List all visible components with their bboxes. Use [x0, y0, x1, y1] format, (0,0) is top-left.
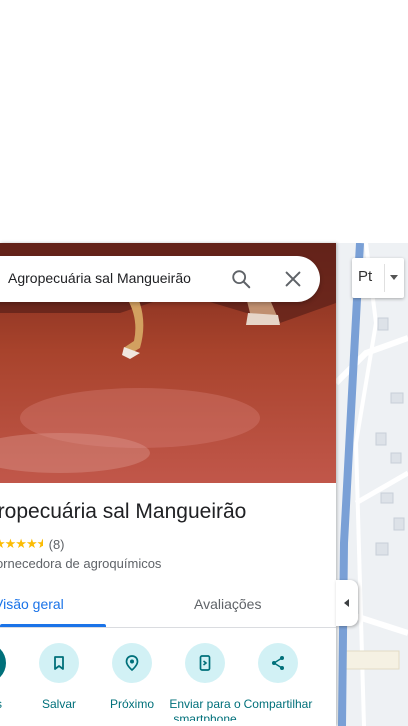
search-box[interactable]: Agropecuária sal Mangueirão	[0, 256, 320, 302]
tab-overview[interactable]: Visão geral	[0, 596, 64, 612]
action-share[interactable]: Compartilhar	[240, 643, 316, 721]
tab-bar: Visão geral Avaliações	[0, 585, 336, 628]
action-save[interactable]: Salvar	[21, 643, 97, 712]
tab-reviews[interactable]: Avaliações	[194, 596, 261, 612]
map-view[interactable]	[336, 243, 408, 726]
close-icon[interactable]	[282, 268, 304, 290]
tab-active-indicator	[0, 624, 106, 627]
bookmark-icon	[54, 656, 64, 670]
send-to-phone-icon	[199, 655, 211, 671]
share-button[interactable]	[258, 643, 298, 683]
rating-stars: ★★★★★	[0, 536, 43, 551]
action-send-to-phone[interactable]: Enviar para o smartphone	[167, 643, 243, 721]
search-input[interactable]: Agropecuária sal Mangueirão	[8, 270, 191, 286]
collapse-panel-button[interactable]	[336, 580, 358, 626]
action-label-save: Salvar	[41, 697, 76, 711]
save-button[interactable]	[39, 643, 79, 683]
action-label-send: Enviar para o smartphone	[169, 697, 241, 721]
rotas-button[interactable]	[0, 643, 6, 683]
review-count[interactable]: (8)	[49, 537, 65, 552]
nearby-icon	[125, 655, 139, 672]
send-to-phone-button[interactable]	[185, 643, 225, 683]
layer-divider	[384, 264, 385, 292]
nearby-button[interactable]	[112, 643, 152, 683]
action-label-share: Compartilhar	[243, 697, 313, 711]
blank-area	[0, 0, 408, 243]
search-icon[interactable]	[230, 268, 252, 290]
action-nearby[interactable]: Próximo	[94, 643, 170, 712]
layer-label: Pt	[358, 268, 373, 285]
dropdown-arrow-icon[interactable]	[389, 274, 399, 282]
share-icon	[272, 656, 284, 670]
place-category[interactable]: Fornecedora de agroquímicos	[0, 556, 161, 571]
action-bar: Rotas Salvar Próximo	[0, 643, 336, 726]
action-label-nearby: Próximo	[109, 697, 154, 711]
place-panel: Agropecuária sal Mangueirão Agropecuária…	[0, 243, 336, 726]
map-canvas	[336, 243, 408, 726]
collapse-arrow-icon	[344, 599, 349, 607]
layer-selector[interactable]: Pt	[352, 258, 404, 298]
rating-row[interactable]: ★★★★★ (8)	[0, 536, 65, 552]
place-title: Agropecuária sal Mangueirão	[0, 500, 247, 523]
